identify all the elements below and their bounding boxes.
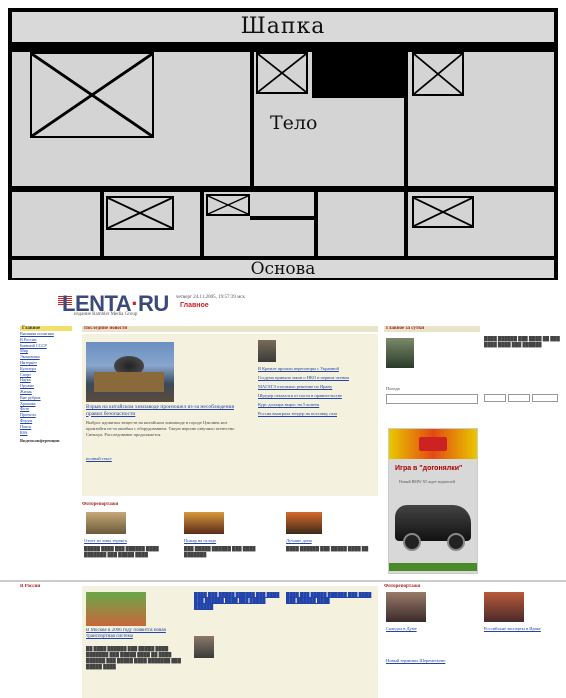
headline-link[interactable]: Взрыв на китайском химзаводе произошел и… — [86, 404, 236, 417]
russia-heading: В России — [20, 584, 41, 589]
promo-title: Игра в "догонялки" — [395, 465, 463, 472]
bottom-right-photo-1[interactable] — [386, 592, 426, 622]
headline-photo[interactable] — [86, 342, 174, 402]
bottom-right-link-1[interactable]: Скандал в Думе — [386, 626, 476, 632]
news-list-item[interactable]: МАГАТЭ отложило решение по Ирану — [258, 384, 376, 390]
divider-v1 — [250, 46, 254, 192]
image-placeholder-3 — [412, 52, 464, 96]
headline-lead: Выброс ядовитых веществ на китайском хим… — [86, 420, 235, 437]
site-subtitle: издание Rambler Media Group — [74, 312, 138, 317]
bottom-block-1 — [12, 192, 100, 256]
photo-text-1: █████ ████ ███ ██████ ████ ███████ ███ █… — [84, 546, 159, 557]
bottom-right-photo-2[interactable] — [484, 592, 524, 622]
photo-caption-1[interactable]: Отчет из зоны теракта — [84, 538, 174, 544]
bottom-block-4 — [318, 192, 404, 256]
sidebar-item[interactable]: RSS — [20, 430, 72, 436]
layout-wireframe: Шапка Тело Основа — [8, 8, 558, 280]
right-heading: Главное за сутки — [386, 326, 425, 331]
site-date: четверг 24.11.2005, 19:57:39 мск — [176, 295, 245, 300]
news-list-item[interactable]: Шредер отказался от поста в правительств… — [258, 393, 376, 399]
date-selector[interactable] — [484, 394, 562, 416]
news-list-item[interactable]: Госдума приняла закон о НКО в первом чте… — [258, 375, 376, 381]
right-text: ████ ██████ ███ ████ ██ ███ ████ ████ ██… — [484, 336, 560, 347]
footer-block: Основа — [12, 260, 554, 278]
russia-links-2[interactable]: ████ ███ █████ ██████ ███ ████ ███ █████… — [286, 592, 374, 652]
photo-caption-3[interactable]: Лучшие дома — [286, 538, 376, 544]
photo-caption-2[interactable]: Пожар на складе — [184, 538, 274, 544]
news-list-item[interactable]: Россия выиграла тендер на поставку газа — [258, 411, 376, 417]
footer-label: Основа — [250, 259, 316, 279]
sidebar-list: Внешняя политика В России Бывший СССР Мир Эк… — [20, 331, 72, 435]
russia-lead: ██ ████ ██████ ███ █████ ████ ███████ ██… — [86, 646, 181, 669]
news-list: В Кремле прошли переговоры с Украиной Гос… — [258, 366, 376, 420]
header-block: Шапка — [12, 12, 554, 42]
weather-label: Погода — [386, 386, 400, 391]
news-heading: Последние новости — [84, 326, 128, 331]
image-placeholder-2 — [256, 52, 308, 94]
header-divider-block — [312, 52, 408, 98]
image-placeholder-5 — [206, 194, 250, 216]
news-list-item[interactable]: Курс доллара вырос на 5 копеек — [258, 402, 376, 408]
header-label: Шапка — [240, 14, 326, 39]
image-placeholder-4 — [106, 196, 174, 230]
lead-link[interactable]: полный текст — [86, 456, 112, 462]
divider-v2 — [404, 46, 408, 192]
bottom-right-link-3[interactable]: Новый терминал Шереметьево — [386, 658, 556, 664]
section-title: Главное — [180, 302, 209, 309]
section-divider — [0, 580, 566, 582]
bottom-right-link-2[interactable]: Российские эксперты в Ираке — [484, 626, 564, 632]
promo-banner[interactable]: Игра в "догонялки" Новый BMW X5 ждет вод… — [388, 428, 478, 574]
website-screenshot: LENTA·RU издание Rambler Media Group чет… — [0, 286, 566, 698]
photo-thumb-3[interactable] — [286, 512, 322, 534]
weather-select[interactable] — [386, 394, 478, 404]
image-placeholder-6 — [412, 196, 474, 228]
russia-thumb[interactable] — [194, 636, 214, 658]
photo-heading: Фоторепортажи — [82, 502, 119, 507]
photo-text-3: ████ ██████ ███ █████ ████ ██ — [286, 546, 369, 551]
photo-thumb-2[interactable] — [184, 512, 224, 534]
right-photo[interactable] — [386, 338, 414, 368]
news-list-item[interactable]: В Кремле прошли переговоры с Украиной — [258, 366, 376, 372]
photo-thumb-1[interactable] — [86, 512, 126, 534]
body-label: Тело — [270, 112, 318, 134]
sidebar-more[interactable]: Видеоконференции — [20, 438, 72, 443]
news-thumb[interactable] — [258, 340, 276, 362]
image-placeholder-1 — [30, 52, 154, 138]
russia-photo[interactable] — [86, 592, 146, 626]
photo-text-2: ███ █████ ██████ ███ ████ ███████ — [184, 546, 256, 557]
promo-subtitle: Новый BMW X5 ждет водителей — [399, 479, 456, 484]
bottom-right-heading: Фоторепортажи — [384, 584, 421, 589]
sidebar: Главное Внешняя политика В России Бывший С… — [20, 326, 72, 516]
russia-headline[interactable]: В Москве в 2006 году появится новая тран… — [86, 628, 190, 640]
